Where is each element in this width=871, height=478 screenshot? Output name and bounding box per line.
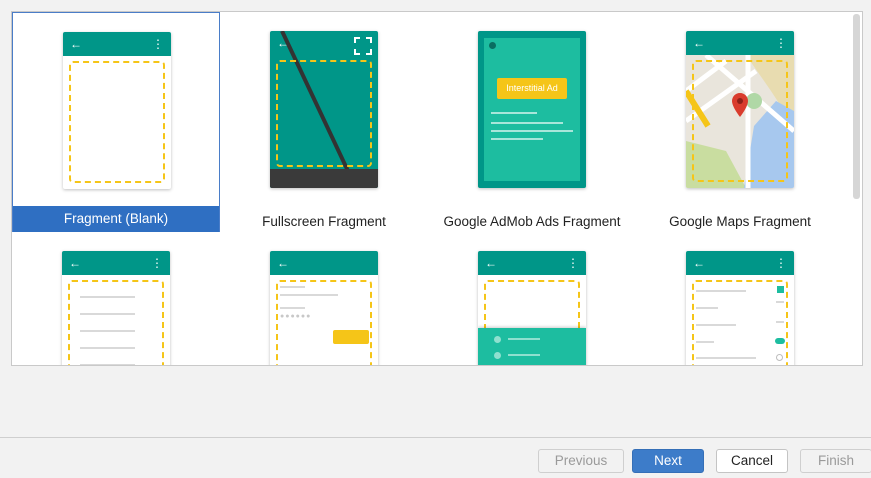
sheet-line xyxy=(508,354,540,356)
template-list-fragment[interactable]: ← ⋮ xyxy=(12,232,220,365)
back-arrow-icon: ← xyxy=(693,256,705,270)
sign-in-button-shape xyxy=(333,330,369,344)
interstitial-ad-badge: Interstitial Ad xyxy=(497,78,567,99)
overflow-menu-icon: ⋮ xyxy=(567,256,579,270)
fragment-placeholder xyxy=(692,280,788,365)
password-dots: ●●●●●● xyxy=(280,313,312,320)
template-preview: ← ⋮ xyxy=(686,251,794,365)
cancel-button[interactable]: Cancel xyxy=(716,449,788,473)
fragment-placeholder xyxy=(69,61,165,183)
fragment-placeholder xyxy=(692,60,788,182)
sheet-dot xyxy=(494,352,501,359)
overflow-menu-icon: ⋮ xyxy=(152,37,164,51)
previous-button[interactable]: Previous xyxy=(538,449,624,473)
toggle-icon xyxy=(775,338,785,344)
form-line xyxy=(280,294,338,296)
template-preview: ← ⋮ xyxy=(686,31,794,188)
settings-line xyxy=(696,341,714,343)
app-bar: ← ⋮ xyxy=(63,32,171,56)
list-line xyxy=(80,364,135,365)
app-bar: ← ⋮ xyxy=(686,251,794,275)
nav-bar xyxy=(270,169,378,188)
overflow-menu-icon: ⋮ xyxy=(151,256,163,270)
overflow-menu-icon: ⋮ xyxy=(775,36,787,50)
sheet-dot xyxy=(494,336,501,343)
camera-dot xyxy=(489,42,496,49)
app-bar: ← ⋮ xyxy=(686,31,794,55)
back-arrow-icon: ← xyxy=(485,256,497,270)
settings-line xyxy=(776,301,784,303)
fragment-placeholder xyxy=(276,60,372,167)
next-button[interactable]: Next xyxy=(632,449,704,473)
back-arrow-icon: ← xyxy=(69,256,81,270)
template-login-fragment[interactable]: ← ●●●●●● xyxy=(220,232,428,365)
ad-panel xyxy=(484,38,580,181)
bottom-sheet xyxy=(478,328,586,365)
template-preview: ← ⋮ xyxy=(62,251,170,365)
finish-button[interactable]: Finish xyxy=(800,449,871,473)
template-preview: Interstitial Ad xyxy=(478,31,586,188)
ad-text-line xyxy=(491,122,563,124)
list-line xyxy=(80,296,135,298)
template-admob-fragment[interactable]: Interstitial Ad Google AdMob Ads Fragmen… xyxy=(428,12,636,232)
ad-text-line xyxy=(491,130,573,132)
template-preview: ← ●●●●●● xyxy=(270,251,378,365)
template-modal-bottom-sheet[interactable]: ← ⋮ xyxy=(428,232,636,365)
ad-text-line xyxy=(491,138,543,140)
template-gallery: ← ⋮ Fragment (Blank) ← Fullscreen Fragme… xyxy=(11,11,863,366)
template-preview: ← ⋮ xyxy=(63,32,171,189)
app-bar: ← ⋮ xyxy=(478,251,586,275)
back-arrow-icon: ← xyxy=(70,37,82,51)
list-line xyxy=(80,313,135,315)
template-preview: ← xyxy=(270,31,378,188)
form-line xyxy=(280,286,305,288)
sheet-line xyxy=(508,338,540,340)
back-arrow-icon: ← xyxy=(277,256,289,270)
form-line xyxy=(280,307,305,309)
scrollbar-thumb[interactable] xyxy=(853,14,860,199)
settings-line xyxy=(696,324,736,326)
list-line xyxy=(80,330,135,332)
template-label: Fragment (Blank) xyxy=(13,206,219,232)
template-fragment-blank[interactable]: ← ⋮ Fragment (Blank) xyxy=(12,12,220,232)
checkbox-icon xyxy=(777,286,784,293)
back-arrow-icon: ← xyxy=(693,36,705,50)
template-settings-fragment[interactable]: ← ⋮ xyxy=(636,232,844,365)
list-line xyxy=(80,347,135,349)
radio-icon xyxy=(776,354,783,361)
settings-line xyxy=(696,357,756,359)
settings-line xyxy=(696,307,718,309)
template-fullscreen-fragment[interactable]: ← Fullscreen Fragment xyxy=(220,12,428,232)
template-maps-fragment[interactable]: ← ⋮ Google Maps Fragment xyxy=(636,12,844,232)
app-bar: ← xyxy=(270,251,378,275)
ad-text-line xyxy=(491,112,537,114)
template-preview: ← ⋮ xyxy=(478,251,586,365)
fragment-placeholder xyxy=(276,280,372,365)
fragment-placeholder xyxy=(68,280,164,365)
settings-line xyxy=(776,321,784,323)
overflow-menu-icon: ⋮ xyxy=(775,256,787,270)
settings-line xyxy=(696,290,746,292)
app-bar: ← ⋮ xyxy=(62,251,170,275)
